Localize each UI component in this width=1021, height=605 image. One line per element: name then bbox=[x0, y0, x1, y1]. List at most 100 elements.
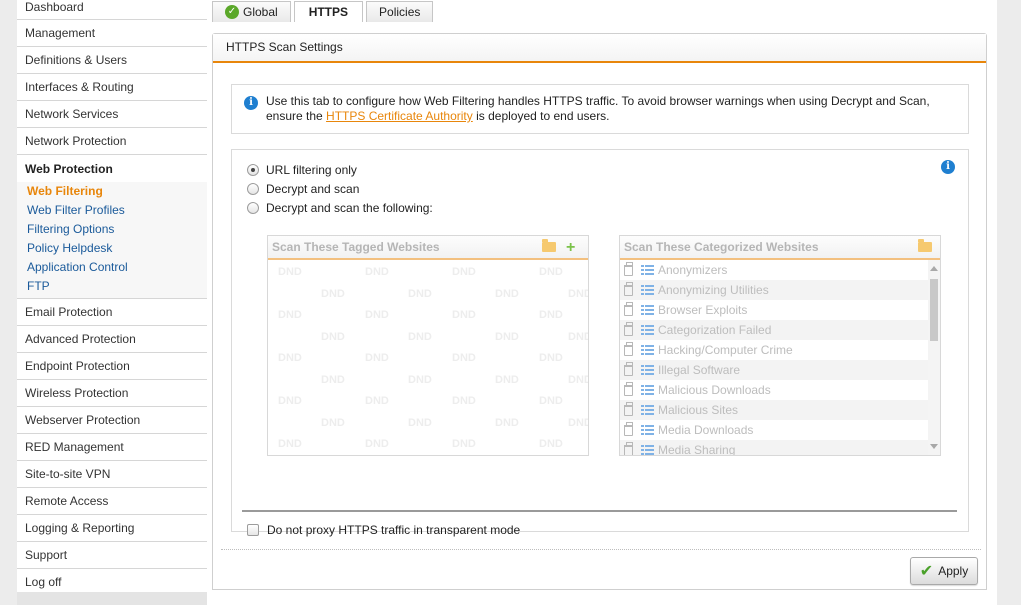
sidebar-item-network-services[interactable]: Network Services bbox=[17, 101, 207, 128]
tab-bar: ✓ Global HTTPS Policies bbox=[212, 1, 436, 22]
sidebar-item-definitions-and-users[interactable]: Definitions & Users bbox=[17, 47, 207, 74]
scan-options-box: i URL filtering only Decrypt and scan De… bbox=[231, 149, 969, 537]
trash-icon[interactable] bbox=[624, 421, 633, 436]
category-label: Anonymizing Utilities bbox=[658, 283, 769, 297]
tab-global[interactable]: ✓ Global bbox=[212, 1, 291, 22]
sidebar-item-wireless-protection[interactable]: Wireless Protection bbox=[17, 380, 207, 407]
dnd-watermark: DND bbox=[408, 330, 432, 343]
sidebar-item-management[interactable]: Management bbox=[17, 20, 207, 47]
tab-https[interactable]: HTTPS bbox=[293, 1, 364, 22]
trash-icon[interactable] bbox=[624, 361, 633, 376]
sidebar-section-web-protection[interactable]: Web Protection bbox=[17, 155, 207, 182]
folder-icon[interactable] bbox=[542, 239, 556, 252]
category-list-icon bbox=[641, 265, 654, 275]
category-list-icon bbox=[641, 405, 654, 415]
scroll-down-icon[interactable] bbox=[930, 444, 938, 449]
list-item[interactable]: Malicious Sites bbox=[620, 400, 928, 420]
dnd-watermark: DND bbox=[568, 330, 588, 343]
radio-button[interactable] bbox=[247, 202, 259, 214]
submenu-item-policy-helpdesk[interactable]: Policy Helpdesk bbox=[17, 239, 207, 258]
category-label: Malicious Sites bbox=[658, 403, 739, 417]
sidebar-item-support[interactable]: Support bbox=[17, 542, 207, 569]
dnd-watermark: DND bbox=[452, 266, 476, 278]
list-item[interactable]: Media Downloads bbox=[620, 420, 928, 440]
scroll-up-icon[interactable] bbox=[930, 266, 938, 271]
dnd-watermark: DND bbox=[452, 309, 476, 321]
category-list-scrollbar[interactable] bbox=[928, 260, 940, 455]
tab-policies[interactable]: Policies bbox=[366, 1, 434, 22]
dnd-watermark: DND bbox=[568, 416, 588, 429]
category-list-icon bbox=[641, 425, 654, 435]
trash-icon[interactable] bbox=[624, 261, 633, 276]
list-item[interactable]: Browser Exploits bbox=[620, 300, 928, 320]
list-item[interactable]: Categorization Failed bbox=[620, 320, 928, 340]
dnd-watermark: DND bbox=[278, 438, 302, 450]
add-plus-icon[interactable]: + bbox=[566, 237, 575, 259]
folder-icon[interactable] bbox=[918, 239, 932, 252]
radio-decrypt-and-scan[interactable]: Decrypt and scan bbox=[247, 181, 359, 197]
help-info-icon[interactable]: i bbox=[941, 160, 955, 174]
list-item[interactable]: Hacking/Computer Crime bbox=[620, 340, 928, 360]
no-proxy-transparent-option[interactable]: Do not proxy HTTPS traffic in transparen… bbox=[247, 523, 520, 537]
sidebar-item-advanced-protection[interactable]: Advanced Protection bbox=[17, 326, 207, 353]
sidebar-footer bbox=[17, 592, 207, 605]
trash-icon[interactable] bbox=[624, 441, 633, 455]
category-list-icon bbox=[641, 305, 654, 315]
radio-url-filtering-only[interactable]: URL filtering only bbox=[247, 162, 357, 178]
dnd-watermark: DND bbox=[365, 352, 389, 364]
list-item[interactable]: Media Sharing bbox=[620, 440, 928, 455]
trash-icon[interactable] bbox=[624, 341, 633, 356]
no-proxy-checkbox[interactable] bbox=[247, 524, 259, 536]
list-item[interactable]: Anonymizers bbox=[620, 260, 928, 280]
dnd-watermark: DND bbox=[495, 416, 519, 429]
divider bbox=[242, 510, 957, 512]
list-item[interactable]: Anonymizing Utilities bbox=[620, 280, 928, 300]
scroll-thumb[interactable] bbox=[930, 279, 938, 341]
web-protection-submenu: Web Filtering Web Filter Profiles Filterin… bbox=[17, 182, 207, 299]
dnd-watermark: DND bbox=[365, 395, 389, 407]
submenu-item-web-filter-profiles[interactable]: Web Filter Profiles bbox=[17, 201, 207, 220]
category-list: Anonymizers Anonymizing Utilities Browser … bbox=[620, 260, 928, 455]
info-box: i Use this tab to configure how Web Filt… bbox=[231, 84, 969, 134]
radio-button[interactable] bbox=[247, 183, 259, 195]
trash-icon[interactable] bbox=[624, 321, 633, 336]
submenu-item-ftp[interactable]: FTP bbox=[17, 277, 207, 296]
check-icon: ✔ bbox=[919, 563, 934, 580]
sidebar-item-remote-access[interactable]: Remote Access bbox=[17, 488, 207, 515]
tagged-websites-list: Scan These Tagged Websites + DND DND DND DN… bbox=[267, 235, 589, 456]
sidebar-item-interfaces-and-routing[interactable]: Interfaces & Routing bbox=[17, 74, 207, 101]
category-list-icon bbox=[641, 325, 654, 335]
categorized-websites-header: Scan These Categorized Websites bbox=[620, 236, 940, 260]
category-label: Browser Exploits bbox=[658, 303, 748, 317]
category-list-icon bbox=[641, 285, 654, 295]
sidebar-item-site-to-site-vpn[interactable]: Site-to-site VPN bbox=[17, 461, 207, 488]
submenu-item-web-filtering[interactable]: Web Filtering bbox=[17, 182, 207, 201]
drag-drop-area[interactable]: DND DND DND DND DND DND DND DND DND DND DND DND DND D… bbox=[268, 260, 588, 455]
trash-icon[interactable] bbox=[624, 281, 633, 296]
category-label: Media Sharing bbox=[658, 443, 736, 455]
apply-button[interactable]: ✔ Apply bbox=[910, 557, 978, 585]
sidebar-item-webserver-protection[interactable]: Webserver Protection bbox=[17, 407, 207, 434]
submenu-item-application-control[interactable]: Application Control bbox=[17, 258, 207, 277]
sidebar-item-red-management[interactable]: RED Management bbox=[17, 434, 207, 461]
trash-icon[interactable] bbox=[624, 401, 633, 416]
sidebar-item-endpoint-protection[interactable]: Endpoint Protection bbox=[17, 353, 207, 380]
list-item[interactable]: Illegal Software bbox=[620, 360, 928, 380]
dnd-watermark: DND bbox=[408, 416, 432, 429]
sidebar-item-email-protection[interactable]: Email Protection bbox=[17, 299, 207, 326]
info-text-line-1: Use this tab to configure how Web Filter… bbox=[266, 94, 930, 108]
trash-icon[interactable] bbox=[624, 301, 633, 316]
trash-icon[interactable] bbox=[624, 381, 633, 396]
radio-button[interactable] bbox=[247, 164, 259, 176]
list-item[interactable]: Malicious Downloads bbox=[620, 380, 928, 400]
radio-decrypt-and-scan-following[interactable]: Decrypt and scan the following: bbox=[247, 200, 433, 216]
submenu-item-filtering-options[interactable]: Filtering Options bbox=[17, 220, 207, 239]
sidebar-item-network-protection[interactable]: Network Protection bbox=[17, 128, 207, 155]
sidebar-item-dashboard[interactable]: Dashboard bbox=[17, 0, 207, 20]
dnd-watermark: DND bbox=[539, 309, 563, 321]
sidebar-item-logging-and-reporting[interactable]: Logging & Reporting bbox=[17, 515, 207, 542]
dnd-watermark: DND bbox=[321, 416, 345, 429]
dnd-watermark: DND bbox=[495, 287, 519, 300]
right-gutter bbox=[997, 0, 1021, 605]
https-certificate-authority-link[interactable]: HTTPS Certificate Authority bbox=[326, 109, 473, 123]
